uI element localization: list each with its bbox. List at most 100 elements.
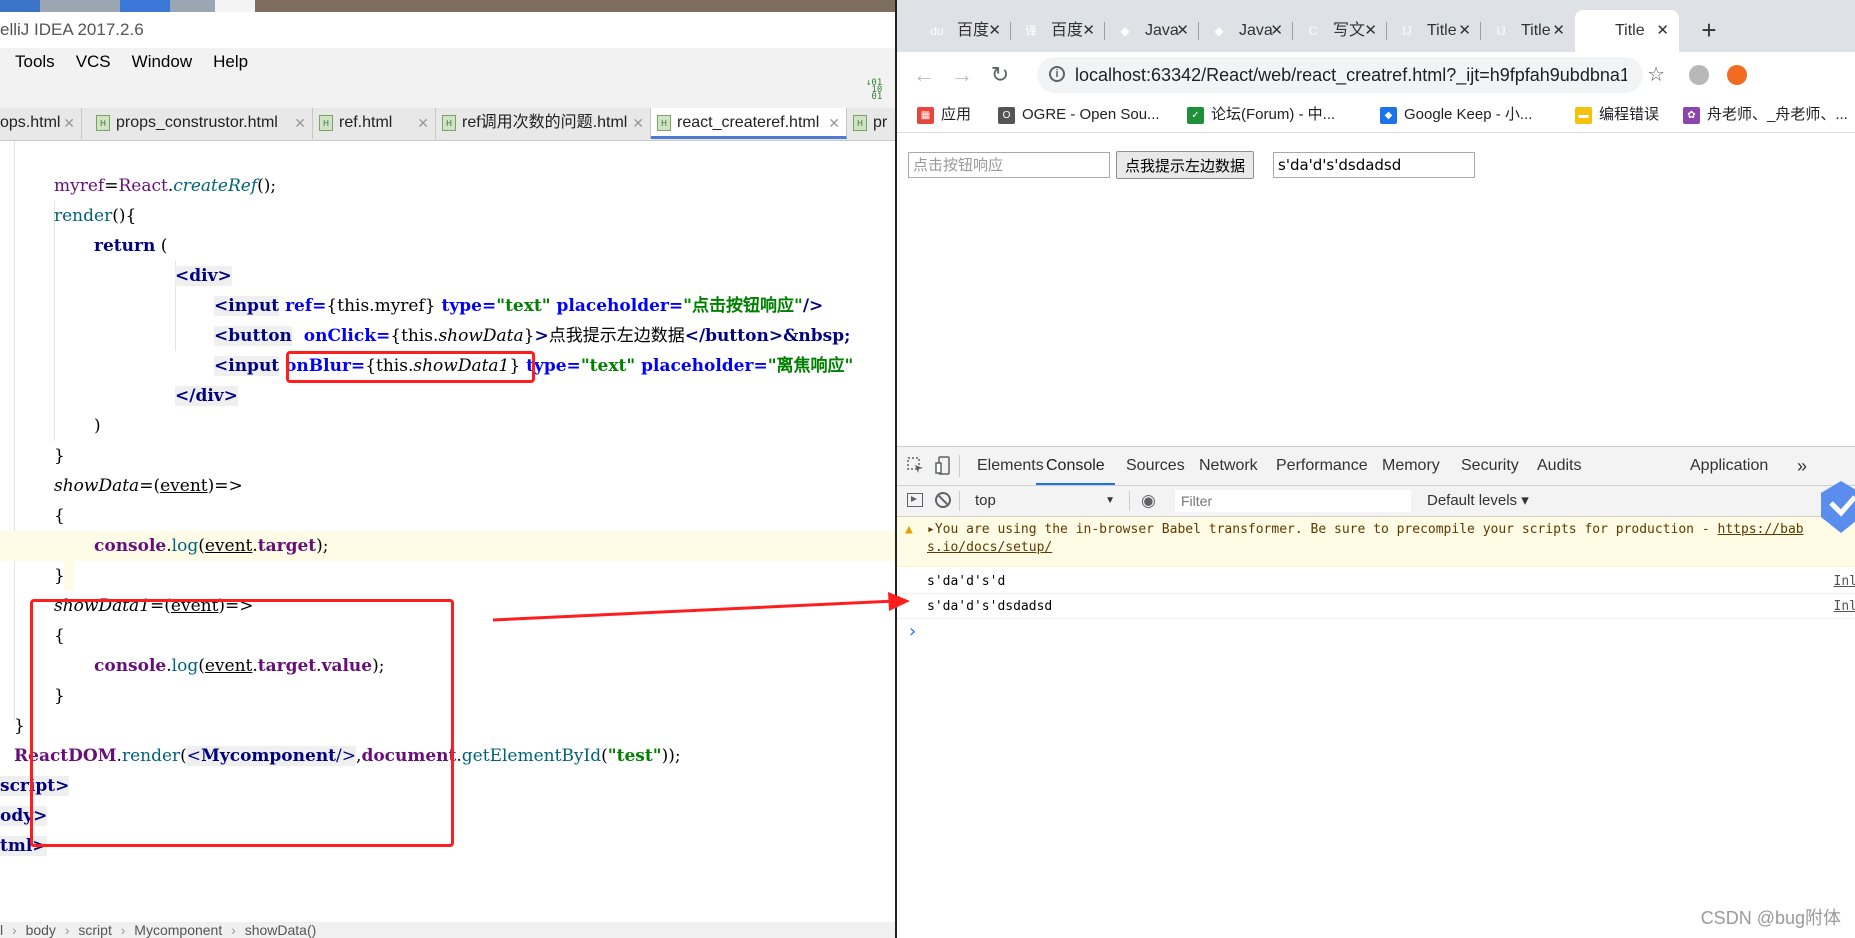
browser-tab-java-1[interactable]: ◆ Java ✕ — [1105, 10, 1199, 52]
code-token: ) — [94, 416, 101, 436]
menu-tools[interactable]: Tools — [15, 52, 55, 71]
extension-icon[interactable] — [1689, 65, 1709, 85]
close-icon[interactable]: ✕ — [1270, 10, 1283, 52]
tab-props-construstor[interactable]: Hprops_construstor.html ✕ — [90, 108, 313, 139]
close-icon[interactable]: ✕ — [63, 108, 75, 138]
html-file-icon: H — [657, 115, 671, 131]
bookmark-google-keep[interactable]: ◆ Google Keep - 小... — [1380, 98, 1532, 132]
breadcrumb-item[interactable]: Mycomponent — [134, 922, 222, 938]
code-editor[interactable]: myref=React.createRef(); render(){ retur… — [0, 141, 895, 921]
desktop-wallpaper — [255, 0, 895, 12]
inspect-element-icon[interactable] — [907, 457, 925, 475]
html-file-icon: H — [442, 115, 456, 131]
tab-elements[interactable]: Elements — [977, 447, 1044, 485]
code-line-4: <div> — [175, 261, 232, 291]
bookmark-apps[interactable]: ▦ 应用 — [917, 98, 971, 132]
code-token: placeholder= — [635, 356, 768, 376]
code-token: <input — [214, 296, 280, 316]
close-icon[interactable]: ✕ — [1458, 10, 1471, 52]
close-icon[interactable]: ✕ — [1176, 10, 1189, 52]
back-arrow-icon[interactable]: ← — [909, 60, 939, 90]
forward-arrow-icon[interactable]: → — [947, 60, 977, 90]
show-left-data-button[interactable]: 点我提示左边数据 — [1116, 151, 1255, 179]
menu-window[interactable]: Window — [132, 52, 192, 71]
tab-label: props_construstor.html — [116, 114, 278, 131]
new-tab-button[interactable]: + — [1692, 10, 1726, 50]
code-token: "text" — [580, 356, 636, 376]
log-levels-dropdown[interactable]: Default levels ▾ — [1427, 490, 1529, 512]
menu-help[interactable]: Help — [213, 52, 248, 71]
context-selector[interactable]: top ▼ — [969, 490, 1121, 512]
tab-react-createref[interactable]: Hreact_createref.html ✕ — [651, 108, 847, 139]
code-token: "点击按钮响应" — [683, 296, 803, 316]
breadcrumb-item[interactable]: body — [26, 922, 56, 938]
browser-tab-baidu[interactable]: du 百度 ✕ — [917, 10, 1011, 52]
more-tabs-chevron-icon[interactable]: » — [1797, 447, 1807, 485]
browser-tab-title-active[interactable]: IJ Title ✕ — [1575, 10, 1679, 52]
floating-shield-icon[interactable] — [1817, 477, 1855, 537]
extension-icon[interactable] — [1727, 65, 1747, 85]
reload-icon[interactable]: ↻ — [985, 60, 1015, 90]
browser-tab-java-2[interactable]: ◆ Java ✕ — [1199, 10, 1293, 52]
browser-tab-title-2[interactable]: IJ Title ✕ — [1481, 10, 1575, 52]
tab-application[interactable]: Application — [1690, 447, 1768, 485]
breadcrumb-item[interactable]: l — [0, 922, 3, 938]
omnibox[interactable]: i localhost:63342/React/web/react_creatr… — [1037, 57, 1665, 93]
console-filter-input[interactable] — [1175, 490, 1411, 512]
tab-props-html[interactable]: ops.html ✕ — [0, 108, 82, 139]
code-line-19: } — [14, 711, 25, 741]
site-icon: ◆ — [1214, 24, 1224, 38]
browser-tab-baidu-translate[interactable]: 译百度 ✕ — [1011, 10, 1105, 52]
info-icon[interactable]: i — [1049, 66, 1065, 82]
close-icon[interactable]: ✕ — [1552, 10, 1565, 52]
tab-performance[interactable]: Performance — [1276, 447, 1368, 485]
close-icon[interactable]: ✕ — [828, 108, 840, 136]
ref-text-input[interactable] — [908, 152, 1110, 178]
close-icon[interactable]: ✕ — [1656, 10, 1669, 52]
clear-console-icon[interactable] — [935, 492, 951, 508]
binary-icon[interactable]: ↓01 10 01 — [866, 79, 886, 102]
close-icon[interactable]: ✕ — [417, 108, 429, 138]
tab-ref-html[interactable]: Href.html ✕ — [313, 108, 436, 139]
log-source-link[interactable]: Inl — [1834, 573, 1855, 591]
browser-tab-title-1[interactable]: IJ Title ✕ — [1387, 10, 1481, 52]
sidebar-toggle-icon[interactable] — [907, 493, 923, 507]
bookmark-zhou-teacher[interactable]: ✿ 舟老师、_舟老师、... — [1683, 98, 1848, 132]
tab-pr[interactable]: Hpr — [847, 108, 895, 139]
blur-text-input[interactable] — [1273, 152, 1475, 178]
log-source-link[interactable]: Inl — [1834, 598, 1855, 616]
close-icon[interactable]: ✕ — [988, 10, 1001, 52]
tab-sources[interactable]: Sources — [1126, 447, 1185, 485]
tab-ref-calls[interactable]: Href调用次数的问题.html ✕ — [436, 108, 651, 139]
close-icon[interactable]: ✕ — [294, 108, 306, 138]
bookmark-forum[interactable]: ✓ 论坛(Forum) - 中... — [1187, 98, 1335, 132]
star-icon[interactable]: ☆ — [1647, 57, 1665, 93]
desktop-strip — [0, 0, 895, 12]
bookmark-ogre[interactable]: O OGRE - Open Sou... — [998, 98, 1160, 132]
tab-memory[interactable]: Memory — [1382, 447, 1440, 485]
warning-link[interactable]: s.io/docs/setup/ — [927, 540, 1052, 555]
folder-icon: ▬ — [1575, 107, 1592, 124]
eye-icon[interactable]: ◉ — [1141, 491, 1156, 511]
tab-audits[interactable]: Audits — [1537, 447, 1581, 485]
baidu-icon: du — [930, 24, 944, 38]
code-token: myref — [54, 176, 105, 196]
close-icon[interactable]: ✕ — [1082, 10, 1095, 52]
close-icon[interactable]: ✕ — [1364, 10, 1377, 52]
breadcrumb-item[interactable]: script — [78, 922, 111, 938]
annotation-box-showdata1 — [30, 599, 454, 847]
close-icon[interactable]: ✕ — [632, 108, 644, 138]
tab-security[interactable]: Security — [1461, 447, 1519, 485]
code-line-13: console.log(event.target); — [94, 531, 329, 561]
bookmark-folder-errors[interactable]: ▬ 编程错误 — [1575, 98, 1659, 132]
device-toolbar-icon[interactable] — [935, 456, 951, 476]
tab-network[interactable]: Network — [1199, 447, 1258, 485]
breadcrumb-item[interactable]: showData() — [245, 922, 317, 938]
tab-console[interactable]: Console — [1036, 447, 1115, 485]
warning-link[interactable]: https://bab — [1718, 522, 1804, 537]
url-text[interactable]: localhost:63342/React/web/react_creatref… — [1075, 57, 1627, 93]
taskbar-app-icon — [0, 0, 40, 12]
browser-tab-csdn-write[interactable]: C 写文 ✕ — [1293, 10, 1387, 52]
console-prompt-icon[interactable]: › — [907, 621, 918, 642]
menu-vcs[interactable]: VCS — [76, 52, 111, 71]
